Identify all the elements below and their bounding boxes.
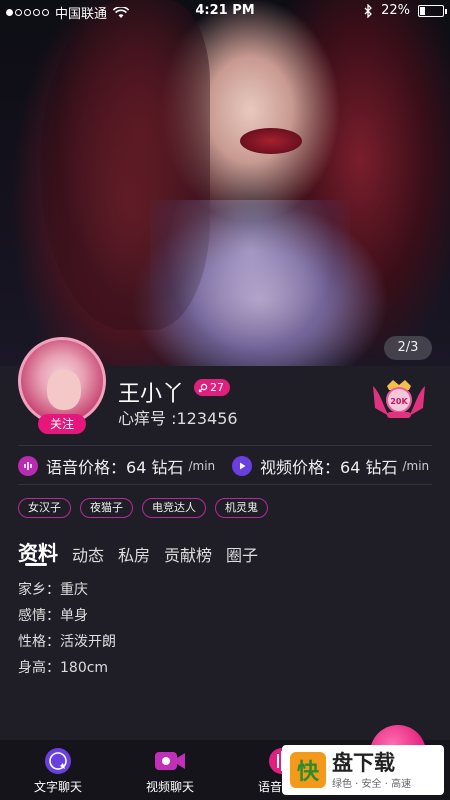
user-id: 心痒号 :123456 bbox=[118, 409, 238, 428]
video-price[interactable]: 视频价格： 64 钻石 /min bbox=[232, 455, 429, 477]
follow-button[interactable]: 关注 bbox=[38, 414, 86, 434]
text-chat-icon bbox=[45, 748, 71, 774]
status-bar: 中国联通 4:21 PM 22% bbox=[0, 0, 450, 22]
watermark-logo: 快 bbox=[290, 752, 326, 788]
video-play-icon bbox=[232, 456, 252, 476]
bluetooth-icon bbox=[364, 3, 373, 18]
text-chat-label: 文字聊天 bbox=[33, 780, 82, 794]
profile-name: 王小丫 bbox=[118, 382, 185, 407]
vip-badge-value: 20K bbox=[390, 397, 408, 406]
info-hometown: 家乡：重庆 bbox=[18, 582, 88, 598]
profile-info-list: 家乡：重庆 感情：单身 性格：活泼开朗 身高：180cm bbox=[18, 580, 116, 684]
level-badge: 27 bbox=[194, 379, 230, 396]
photo-counter: 2/3 bbox=[384, 336, 432, 360]
download-site-watermark: 快 盘下载 绿色 · 安全 · 高速 bbox=[282, 745, 444, 795]
voice-wave-icon bbox=[18, 456, 38, 476]
video-price-value: 64 钻石 bbox=[340, 458, 398, 477]
video-camera-icon bbox=[155, 752, 185, 770]
tab-private-room[interactable]: 私房 bbox=[118, 542, 150, 566]
vip-crown-badge-icon[interactable]: 20K bbox=[367, 376, 431, 422]
video-chat-button[interactable]: 视频聊天 bbox=[130, 746, 210, 795]
level-number: 27 bbox=[210, 381, 224, 394]
info-relationship: 感情：单身 bbox=[18, 608, 88, 624]
tag-list: 女汉子 夜猫子 电竞达人 机灵鬼 bbox=[18, 498, 268, 518]
voice-price-label: 语音价格： bbox=[46, 458, 127, 477]
video-price-label: 视频价格： bbox=[260, 458, 341, 477]
watermark-subtitle: 绿色 · 安全 · 高速 bbox=[332, 778, 412, 790]
info-height: 身高：180cm bbox=[18, 660, 109, 676]
video-chat-label: 视频聊天 bbox=[145, 780, 194, 794]
video-price-unit: /min bbox=[402, 459, 430, 473]
female-gender-icon bbox=[198, 383, 208, 392]
battery-icon bbox=[418, 4, 447, 17]
tag[interactable]: 夜猫子 bbox=[80, 498, 133, 518]
tab-circle[interactable]: 圈子 bbox=[226, 542, 258, 566]
voice-price[interactable]: 语音价格： 64 钻石 /min bbox=[18, 455, 215, 477]
avatar-face bbox=[47, 370, 81, 410]
divider bbox=[18, 445, 432, 446]
voice-price-value: 64 钻石 bbox=[126, 458, 184, 477]
avatar[interactable] bbox=[18, 337, 106, 425]
profile-photo[interactable] bbox=[0, 0, 450, 370]
tab-contribution-rank[interactable]: 贡献榜 bbox=[164, 542, 212, 566]
tab-profile-info[interactable]: 资料 bbox=[18, 537, 58, 566]
tag[interactable]: 女汉子 bbox=[18, 498, 71, 518]
active-tab-indicator bbox=[25, 563, 47, 566]
watermark-title: 盘下载 bbox=[332, 750, 395, 775]
text-chat-button[interactable]: 文字聊天 bbox=[18, 746, 98, 795]
info-personality: 性格：活泼开朗 bbox=[18, 634, 116, 650]
profile-tabs: 资料 动态 私房 贡献榜 圈子 bbox=[18, 537, 258, 566]
photo-neck-light bbox=[150, 200, 350, 370]
battery-percent: 22% bbox=[381, 3, 410, 18]
tag[interactable]: 机灵鬼 bbox=[215, 498, 268, 518]
divider bbox=[18, 484, 432, 485]
photo-lips bbox=[240, 128, 302, 154]
tab-moments[interactable]: 动态 bbox=[72, 542, 104, 566]
voice-price-unit: /min bbox=[188, 459, 216, 473]
tag[interactable]: 电竞达人 bbox=[142, 498, 206, 518]
